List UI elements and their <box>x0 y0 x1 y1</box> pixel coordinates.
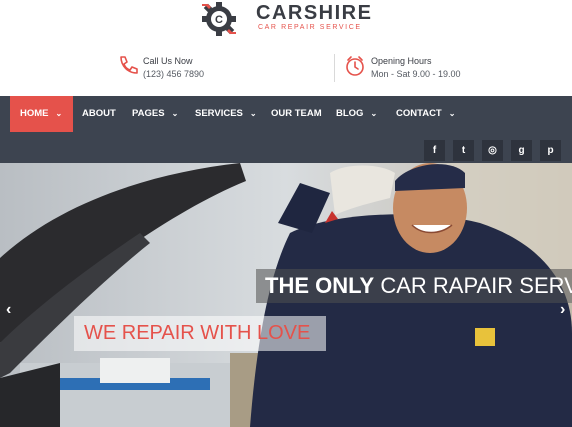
chevron-down-icon: ⌄ <box>171 109 179 118</box>
chevron-down-icon: ⌄ <box>448 109 456 118</box>
brand-tagline: CAR REPAIR SERVICE <box>258 24 362 31</box>
nav-item-services[interactable]: SERVICES ⌄ <box>195 96 257 132</box>
nav-item-about[interactable]: ABOUT <box>82 96 116 132</box>
nav-label: HOME <box>20 108 49 119</box>
hours-value: Mon - Sat 9.00 - 19.00 <box>371 69 461 79</box>
nav-label: SERVICES <box>195 108 243 119</box>
google-plus-icon[interactable]: g <box>511 140 532 161</box>
slider-next-icon[interactable]: › <box>560 301 565 319</box>
hero-slider: THE ONLY CAR RAPAIR SERVICE WE REPAIR WI… <box>0 163 572 427</box>
social-bar: f t ◎ g p <box>0 132 572 163</box>
twitter-icon[interactable]: t <box>453 140 474 161</box>
logo-letter: C <box>215 14 223 26</box>
nav-label: CONTACT <box>396 108 442 119</box>
brand-name: CARSHIRE <box>256 2 373 24</box>
hero-subcaption: WE REPAIR WITH LOVE <box>74 316 326 351</box>
hero-caption: THE ONLY CAR RAPAIR SERVICE <box>256 269 572 303</box>
phone-icon <box>120 56 138 74</box>
hours-title: Opening Hours <box>371 56 432 66</box>
chevron-down-icon: ⌄ <box>55 109 63 118</box>
gear-logo-icon: C <box>202 2 236 36</box>
caption-rest: CAR RAPAIR SERVICE <box>380 273 572 298</box>
facebook-icon[interactable]: f <box>424 140 445 161</box>
contact-hours: Opening Hours Mon - Sat 9.00 - 19.00 <box>344 53 544 87</box>
instagram-icon[interactable]: ◎ <box>482 140 503 161</box>
logo[interactable]: C CARSHIRE CAR REPAIR SERVICE <box>199 0 379 40</box>
nav-item-blog[interactable]: BLOG ⌄ <box>336 96 377 132</box>
caption-strong: THE ONLY <box>265 273 375 298</box>
nav-label: BLOG <box>336 108 364 119</box>
phone-title: Call Us Now <box>143 56 193 66</box>
main-nav: HOME ⌄ ABOUT PAGES ⌄ SERVICES ⌄ OUR TEAM BL… <box>0 96 572 132</box>
chevron-down-icon: ⌄ <box>370 109 378 118</box>
nav-label: OUR TEAM <box>271 108 322 119</box>
clock-icon <box>346 56 364 76</box>
contact-phone: Call Us Now (123) 456 7890 <box>116 53 296 87</box>
phone-value[interactable]: (123) 456 7890 <box>143 69 204 79</box>
nav-item-contact[interactable]: CONTACT ⌄ <box>396 96 455 132</box>
header-divider <box>334 54 335 82</box>
nav-item-pages[interactable]: PAGES ⌄ <box>132 96 178 132</box>
nav-label: ABOUT <box>82 108 116 119</box>
nav-item-home[interactable]: HOME ⌄ <box>10 96 73 132</box>
nav-item-our-team[interactable]: OUR TEAM <box>271 96 322 132</box>
chevron-down-icon: ⌄ <box>249 109 257 118</box>
slider-prev-icon[interactable]: ‹ <box>6 301 11 319</box>
pinterest-icon[interactable]: p <box>540 140 561 161</box>
nav-label: PAGES <box>132 108 165 119</box>
